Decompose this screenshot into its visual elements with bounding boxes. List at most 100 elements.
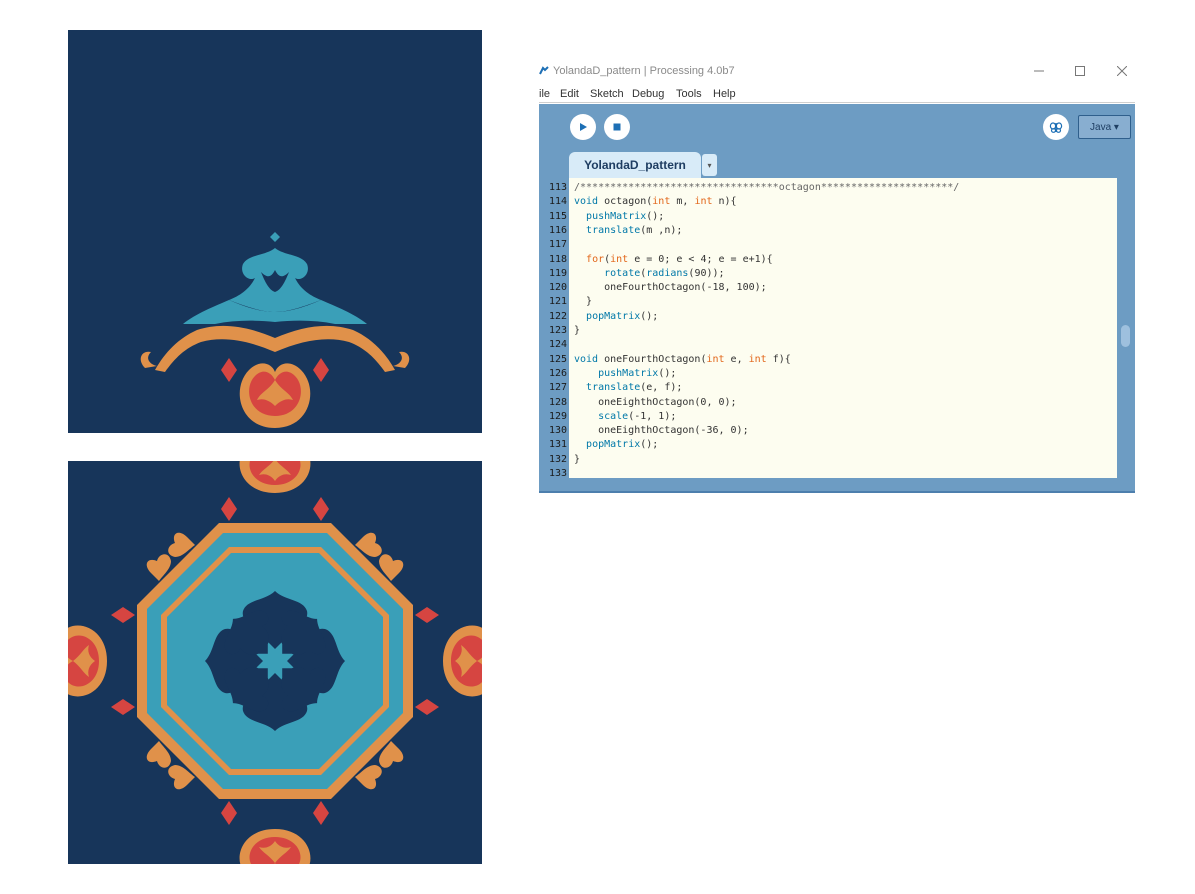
code-token: pushMatrix [586,210,647,222]
code-text: translate(m ,n); [574,224,682,238]
line-number: 120 [548,282,567,294]
code-line[interactable]: 126 pushMatrix(); [539,367,1117,381]
line-number: 121 [548,296,567,308]
line-number: 130 [548,425,567,437]
code-token: oneFourthOctagon( [598,353,707,365]
code-token: int [694,196,713,208]
code-text: } [574,324,580,338]
code-line[interactable]: 114 void octagon(int m, int n){ [539,195,1117,209]
menu-file[interactable]: ile [539,88,550,100]
code-token: (); [640,310,659,322]
code-line[interactable]: 133 [539,467,1117,481]
processing-logo-icon [539,66,549,75]
code-token: (e, f); [640,382,683,394]
line-number: 129 [548,410,567,422]
code-line[interactable]: 115 pushMatrix(); [539,210,1117,224]
octagon-medallion-graphic [68,461,482,864]
code-token: e = 0; e < 4; e = e+1){ [628,253,773,265]
maximize-icon[interactable] [1070,63,1090,79]
window-title: YolandaD_pattern | Processing 4.0b7 [553,65,735,77]
menu-help[interactable]: Help [713,88,736,100]
line-number: 118 [548,253,567,265]
menu-tools[interactable]: Tools [676,88,702,100]
partial-pattern-graphic [140,232,410,428]
code-line[interactable]: 130 oneEighthOctagon(-36, 0); [539,424,1117,438]
code-line[interactable]: 123} [539,324,1117,338]
menu-debug[interactable]: Debug [632,88,664,100]
code-token: radians [646,267,689,279]
code-line[interactable]: 129 scale(-1, 1); [539,410,1117,424]
code-token: popMatrix [586,439,641,451]
code-token: translate [586,382,641,394]
code-token: int [652,196,671,208]
code-text: pushMatrix(); [574,210,664,224]
code-line[interactable]: 121 } [539,295,1117,309]
debug-button[interactable] [1043,114,1069,140]
scrollbar-thumb[interactable] [1121,325,1130,347]
code-line[interactable]: 124 [539,338,1117,352]
code-token: for [586,253,605,265]
tab-yolandad-pattern[interactable]: YolandaD_pattern [569,152,701,178]
code-token: /*********************************octago… [574,182,960,193]
line-number: 124 [548,339,567,351]
code-text: popMatrix(); [574,438,658,452]
code-line[interactable]: 117 [539,238,1117,252]
code-token: rotate [604,267,641,279]
minimize-icon[interactable] [1029,63,1049,79]
stop-button[interactable] [604,114,630,140]
code-text: oneEighthOctagon(0, 0); [574,396,736,410]
menu-sketch[interactable]: Sketch [590,88,624,100]
code-token: void [574,196,599,208]
editor-area: Java ▾ YolandaD_pattern ▾ 113 /**********… [539,104,1135,493]
title-bar: YolandaD_pattern | Processing 4.0b7 [539,57,1135,85]
code-line[interactable]: 128 oneEighthOctagon(0, 0); [539,396,1117,410]
line-number: 125 [548,353,567,365]
code-line[interactable]: 113 /*********************************oct… [539,181,1117,195]
code-line[interactable]: 119 rotate(radians(90)); [539,267,1117,281]
line-number: 113 [548,182,567,193]
code-token: pushMatrix [598,367,659,379]
code-token: (); [658,367,677,379]
processing-ide-window: YolandaD_pattern | Processing 4.0b7 ile … [539,57,1135,493]
butterfly-icon [1049,122,1063,133]
code-line[interactable]: 132} [539,453,1117,467]
code-token: scale [598,410,629,422]
code-text: scale(-1, 1); [574,410,676,424]
code-token: void [574,353,599,365]
code-text: oneFourthOctagon(-18, 100); [574,281,767,295]
close-icon[interactable] [1112,63,1132,79]
line-number: 126 [548,367,567,379]
code-line[interactable]: 116 translate(m ,n); [539,224,1117,238]
code-token: (m ,n); [640,224,683,236]
code-token: e, [724,353,749,365]
code-token: translate [586,224,641,236]
editor-scrollbar[interactable] [1117,178,1135,478]
line-number: 131 [548,439,567,451]
code-line[interactable]: 131 popMatrix(); [539,438,1117,452]
code-line[interactable]: 127 translate(e, f); [539,381,1117,395]
code-line[interactable]: 125 void oneFourthOctagon(int e, int f){ [539,353,1117,367]
code-text: translate(e, f); [574,381,682,395]
code-editor[interactable]: 113 /*********************************oct… [539,178,1117,481]
sketch-output-full [68,461,482,864]
mode-selector[interactable]: Java ▾ [1078,115,1131,139]
code-token: } [574,325,581,336]
code-line[interactable]: 122 popMatrix(); [539,310,1117,324]
code-line[interactable]: 120 oneFourthOctagon(-18, 100); [539,281,1117,295]
run-button[interactable] [570,114,596,140]
code-token: int [706,353,725,365]
code-token: int [610,253,629,265]
code-text: rotate(radians(90)); [574,267,724,281]
line-number: 122 [548,310,567,322]
code-line[interactable]: 118 for(int e = 0; e < 4; e = e+1){ [539,253,1117,267]
menu-edit[interactable]: Edit [560,88,579,100]
line-number: 117 [548,239,567,251]
tab-menu-arrow[interactable]: ▾ [702,154,717,176]
code-token: } [574,453,581,465]
code-token: popMatrix [586,310,641,322]
code-text: void oneFourthOctagon(int e, int f){ [574,353,791,367]
line-number: 119 [548,267,567,279]
